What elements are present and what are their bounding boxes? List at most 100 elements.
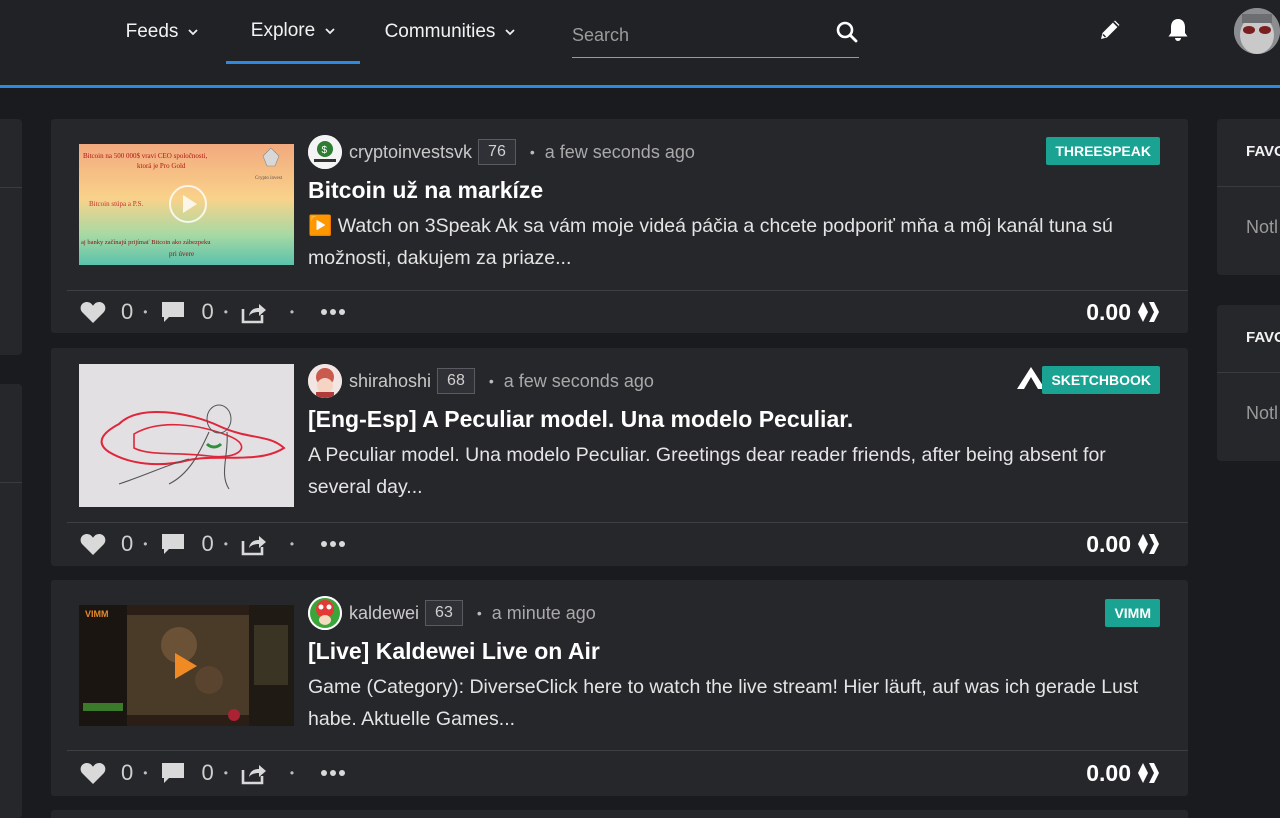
divider xyxy=(67,750,1188,751)
author-avatar[interactable]: $ xyxy=(308,135,342,169)
community-tag[interactable]: VIMM xyxy=(1105,599,1160,627)
nav-communities-dropdown[interactable]: Communities xyxy=(368,0,532,64)
author-avatar-image xyxy=(308,364,342,398)
likes-count: 0 xyxy=(121,531,134,556)
separator: • xyxy=(289,537,295,551)
separator: • xyxy=(143,305,148,319)
post-time[interactable]: a few seconds ago xyxy=(545,142,695,163)
author-name[interactable]: shirahoshi xyxy=(349,371,431,392)
reputation-badge: 76 xyxy=(478,139,516,165)
post-title[interactable]: [Eng-Esp] A Peculiar model. Una modelo P… xyxy=(308,406,853,433)
post-meta: shirahoshi 68 • a few seconds ago xyxy=(308,364,654,398)
post-excerpt[interactable]: A Peculiar model. Una modelo Peculiar. G… xyxy=(308,439,1168,503)
nav-explore-dropdown[interactable]: Explore xyxy=(226,0,360,64)
thumb-text-line: aj banky začínajú prijímať Bitcoin ako z… xyxy=(81,239,211,246)
author-avatar[interactable] xyxy=(308,596,342,630)
post-actions: 0 • 0 • • 0.00 xyxy=(79,758,1161,788)
divider xyxy=(0,187,22,188)
chevron-down-icon xyxy=(505,29,516,36)
user-avatar[interactable] xyxy=(1234,8,1280,54)
hive-logo-icon xyxy=(1138,302,1159,322)
separator: • xyxy=(223,305,228,319)
favorites-title: FAVO xyxy=(1217,305,1280,373)
payout-amount[interactable]: 0.00 xyxy=(1086,299,1161,326)
heart-icon[interactable] xyxy=(79,299,107,325)
favorites-card: FAVO Notl xyxy=(1217,119,1280,275)
post-thumbnail[interactable] xyxy=(79,364,294,507)
thumb-text-line: pri úvere xyxy=(169,250,194,258)
author-name[interactable]: kaldewei xyxy=(349,603,419,624)
post-thumbnail[interactable]: VIMM xyxy=(79,605,294,726)
more-options-icon[interactable] xyxy=(320,539,346,549)
favorites-empty-text: Notl xyxy=(1246,403,1279,423)
post-card: Bitcoin na 500 000$ vravi CEO spoločnost… xyxy=(51,119,1188,333)
post-title[interactable]: [Live] Kaldewei Live on Air xyxy=(308,638,600,665)
thumb-logo-text: Crypto invest xyxy=(255,176,283,181)
search-icon[interactable] xyxy=(835,20,859,44)
payout-amount[interactable]: 0.00 xyxy=(1086,531,1161,558)
avatar-face-icon xyxy=(1234,8,1280,54)
divider xyxy=(67,522,1188,523)
post-meta: $ cryptoinvestsvk 76 • a few seconds ago xyxy=(308,135,695,169)
comment-icon[interactable] xyxy=(159,531,187,557)
heart-icon[interactable] xyxy=(79,760,107,786)
divider xyxy=(67,290,1188,291)
thumbnail-image: Bitcoin na 500 000$ vravi CEO spoločnost… xyxy=(79,144,294,265)
likes-count: 0 xyxy=(121,760,134,785)
thumbnail-image: VIMM xyxy=(79,605,294,726)
comments-count: 0 xyxy=(201,531,214,556)
author-name[interactable]: cryptoinvestsvk xyxy=(349,142,472,163)
separator: • xyxy=(223,537,228,551)
payout-value: 0.00 xyxy=(1086,530,1131,557)
post-time[interactable]: a few seconds ago xyxy=(504,371,654,392)
share-icon[interactable] xyxy=(240,760,268,786)
left-sidebar-card xyxy=(0,119,22,355)
divider xyxy=(0,482,22,483)
payout-value: 0.00 xyxy=(1086,298,1131,325)
more-options-icon[interactable] xyxy=(320,307,346,317)
post-excerpt[interactable]: Game (Category): DiverseClick here to wa… xyxy=(308,671,1168,735)
post-excerpt[interactable]: ▶️ Watch on 3Speak Ak sa vám moje videá … xyxy=(308,210,1168,274)
separator: • xyxy=(488,373,494,389)
community-tag[interactable]: SKETCHBOOK xyxy=(1042,366,1160,394)
thumb-text-line: Bitcoin na 500 000$ vravi CEO spoločnost… xyxy=(83,152,207,160)
left-sidebar-card xyxy=(0,384,22,818)
share-icon[interactable] xyxy=(240,531,268,557)
post-card: VIMM kaldewei 63 • a minute ago VIMM [Li… xyxy=(51,580,1188,796)
separator: • xyxy=(143,537,148,551)
separator: • xyxy=(289,305,295,319)
favorites-card: FAVO Notl xyxy=(1217,305,1280,461)
author-avatar-image xyxy=(308,596,342,630)
share-icon[interactable] xyxy=(240,299,268,325)
comment-icon[interactable] xyxy=(159,760,187,786)
post-actions: 0 • 0 • • 0.00 xyxy=(79,529,1161,559)
thumb-text-line: ktorá je Pro Gold xyxy=(137,162,186,170)
likes-count: 0 xyxy=(121,299,134,324)
post-card: shirahoshi 68 • a few seconds ago SKETCH… xyxy=(51,348,1188,566)
search-input[interactable] xyxy=(572,18,822,52)
payout-value: 0.00 xyxy=(1086,759,1131,786)
heart-icon[interactable] xyxy=(79,531,107,557)
separator: • xyxy=(289,766,295,780)
post-time[interactable]: a minute ago xyxy=(492,603,596,624)
author-avatar-image: $ xyxy=(308,135,342,169)
payout-amount[interactable]: 0.00 xyxy=(1086,760,1161,787)
thumbnail-image xyxy=(79,364,294,507)
top-navigation: Feeds Explore Communities xyxy=(0,0,1280,88)
nav-communities-label: Communities xyxy=(384,21,496,42)
author-avatar[interactable] xyxy=(308,364,342,398)
nav-feeds-label: Feeds xyxy=(125,21,179,42)
bell-icon[interactable] xyxy=(1164,16,1192,44)
community-tag[interactable]: THREESPEAK xyxy=(1046,137,1160,165)
hive-logo-icon xyxy=(1138,763,1159,783)
favorites-title: FAVO xyxy=(1217,119,1280,187)
nav-feeds-dropdown[interactable]: Feeds xyxy=(112,0,212,64)
pencil-icon[interactable] xyxy=(1096,16,1124,44)
post-title[interactable]: Bitcoin už na markíze xyxy=(308,177,543,204)
more-options-icon[interactable] xyxy=(320,768,346,778)
separator: • xyxy=(223,766,228,780)
post-thumbnail[interactable]: Bitcoin na 500 000$ vravi CEO spoločnost… xyxy=(79,144,294,265)
comments-count: 0 xyxy=(201,760,214,785)
favorites-empty-text: Notl xyxy=(1246,217,1279,237)
comment-icon[interactable] xyxy=(159,299,187,325)
